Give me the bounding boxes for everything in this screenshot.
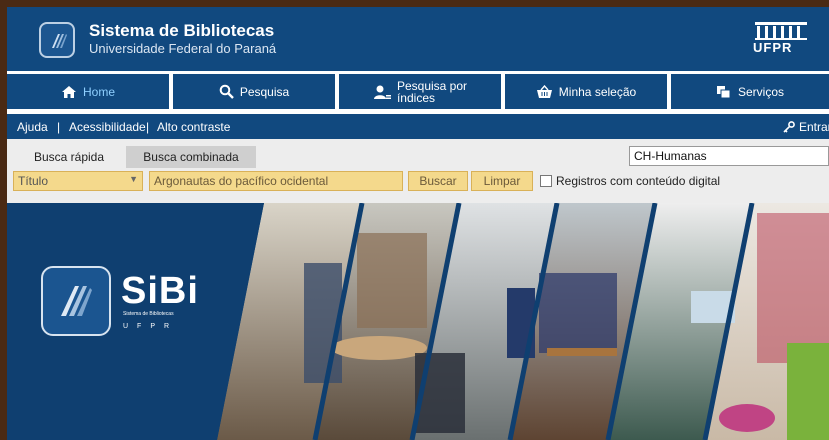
nav-home-label: Home	[82, 84, 115, 99]
sibi-small-logo[interactable]	[39, 22, 75, 58]
digital-content-checkbox[interactable]	[540, 175, 552, 187]
nav-pesquisa-indices-label: Pesquisa por índices	[397, 80, 467, 104]
system-title[interactable]: Sistema de Bibliotecas	[89, 21, 274, 41]
clear-button[interactable]: Limpar	[471, 171, 533, 191]
services-icon	[716, 85, 731, 98]
library-photo-collage	[7, 203, 829, 440]
book-stack-icon	[61, 286, 92, 316]
chevron-down-icon: ▼	[129, 174, 138, 184]
nav-pesquisa-indices[interactable]: Pesquisa por índices	[339, 74, 501, 109]
sibi-logo-emblem	[41, 266, 111, 336]
nav-minha-selecao-label: Minha seleção	[558, 84, 637, 99]
browser-viewport: Sistema de Bibliotecas Universidade Fede…	[7, 7, 829, 440]
search-query-input[interactable]: Argonautas do pacífico ocidental	[149, 171, 403, 191]
search-row: Título ▼ Argonautas do pacífico ocidenta…	[7, 171, 829, 193]
utility-separator: |	[146, 120, 150, 134]
hero-banner: SiBi Sistema de Bibliotecas UFPR	[7, 203, 829, 440]
sibi-logo-org: UFPR	[123, 323, 179, 330]
nav-servicos-label: Serviços	[737, 84, 784, 99]
home-icon	[61, 85, 76, 98]
ufpr-logo-text: UFPR	[753, 40, 793, 55]
nav-minha-selecao[interactable]: Minha seleção	[505, 74, 667, 109]
search-field-value: Título	[18, 174, 49, 188]
search-panel: Busca rápida Busca combinada CH-Humanas …	[7, 139, 829, 203]
main-navigation: Home Pesquisa Pesquisa por índices Minha…	[7, 71, 829, 112]
nav-indices-line2: índices	[396, 90, 435, 105]
search-button[interactable]: Buscar	[408, 171, 468, 191]
tab-busca-rapida[interactable]: Busca rápida	[13, 146, 125, 168]
help-link[interactable]: Ajuda	[17, 120, 48, 134]
login-link[interactable]: Entrar	[799, 120, 829, 134]
tab-busca-combinada[interactable]: Busca combinada	[126, 146, 256, 168]
user-index-icon	[373, 85, 391, 99]
high-contrast-link[interactable]: Alto contraste	[157, 120, 230, 134]
basket-icon	[536, 84, 552, 98]
book-stack-icon	[52, 34, 67, 48]
nav-pesquisa[interactable]: Pesquisa	[173, 74, 335, 109]
accessibility-link[interactable]: Acessibilidade	[69, 120, 146, 134]
library-select[interactable]: CH-Humanas	[629, 146, 829, 166]
nav-home[interactable]: Home	[7, 74, 169, 109]
key-icon	[783, 121, 795, 133]
utility-bar: Ajuda | Acessibilidade | Alto contraste …	[7, 114, 829, 139]
search-field-select[interactable]: Título ▼	[13, 171, 143, 191]
sibi-logo-subtitle: Sistema de Bibliotecas	[123, 311, 174, 317]
library-select-value: CH-Humanas	[634, 149, 707, 163]
utility-separator: |	[57, 120, 61, 134]
site-header: Sistema de Bibliotecas Universidade Fede…	[7, 7, 829, 71]
system-subtitle: Universidade Federal do Paraná	[89, 41, 277, 56]
digital-content-label: Registros com conteúdo digital	[556, 174, 721, 188]
search-icon	[219, 84, 234, 99]
sibi-logo-name: SiBi	[121, 270, 199, 312]
nav-servicos[interactable]: Serviços	[671, 74, 829, 109]
nav-pesquisa-label: Pesquisa	[239, 84, 290, 99]
